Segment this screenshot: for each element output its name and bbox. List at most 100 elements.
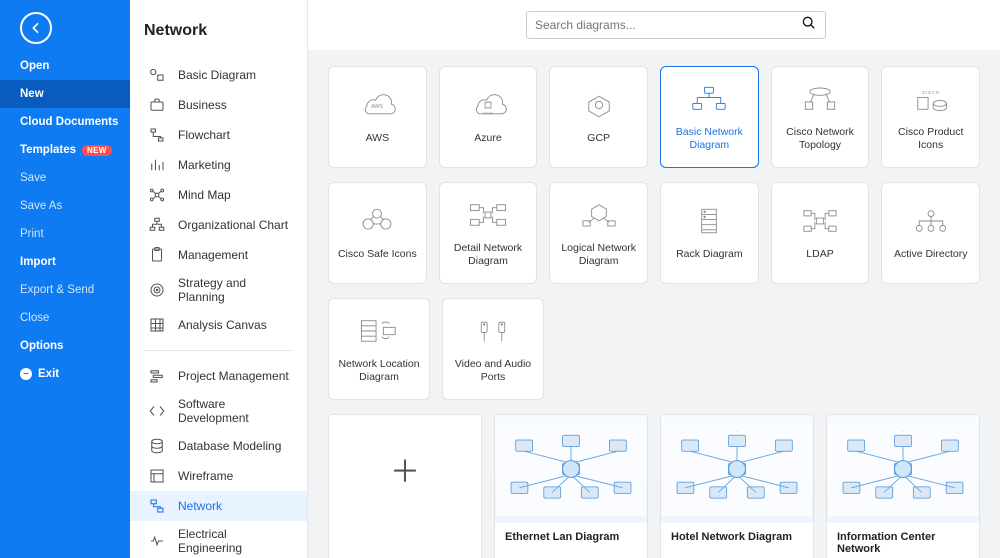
templates-row: ＋.Ethernet Lan Diagram.Hotel Network Dia… [328, 414, 980, 558]
template-blank[interactable]: ＋ [328, 414, 482, 558]
tile-cisco-network-topology[interactable]: Cisco Network Topology [771, 66, 870, 168]
ad-icon [909, 204, 953, 238]
category-item-basic-diagram[interactable]: Basic Diagram [130, 60, 307, 90]
azure-icon: Azure [466, 88, 510, 122]
tile-label: Detail Network Diagram [444, 242, 533, 268]
tile-cisco-safe-icons[interactable]: Cisco Safe Icons [328, 182, 427, 284]
sidebar-item-label: Save As [20, 200, 62, 212]
category-label: Software Development [178, 397, 293, 425]
sidebar-item-open[interactable]: Open [0, 52, 130, 80]
sidebar-item-label: Cloud Documents [20, 116, 118, 128]
sidebar-item-import[interactable]: Import [0, 248, 130, 276]
blank-thumb: ＋ [329, 415, 481, 523]
ee-icon [148, 532, 166, 550]
tile-network-location-diagram[interactable]: Network Location Diagram [328, 298, 430, 400]
grid-icon [148, 316, 166, 334]
sidebar-item-options[interactable]: Options [0, 332, 130, 360]
category-item-flowchart[interactable]: Flowchart [130, 120, 307, 150]
ciscoprod-icon: CISCO [909, 82, 953, 116]
sidebar-item-cloud-documents[interactable]: Cloud Documents [0, 108, 130, 136]
svg-text:.: . [902, 428, 903, 433]
back-button[interactable] [20, 12, 52, 44]
template-information-center-network[interactable]: .Information Center Network [826, 414, 980, 558]
tile-label: LDAP [806, 248, 833, 261]
category-label: Database Modeling [178, 439, 281, 453]
search-input[interactable] [535, 18, 801, 32]
gcp-icon [577, 88, 621, 122]
sidebar-item-print[interactable]: Print [0, 220, 130, 248]
category-item-marketing[interactable]: Marketing [130, 150, 307, 180]
category-label: Basic Diagram [178, 68, 256, 82]
template-hotel-network-diagram[interactable]: . Hotel Network Diagram [660, 414, 814, 558]
category-item-network[interactable]: Network [130, 491, 307, 521]
tile-label: GCP [587, 132, 610, 145]
svg-text:CISCO: CISCO [922, 90, 940, 95]
ciscotop-icon [798, 82, 842, 116]
sidebar-item-close[interactable]: Close [0, 304, 130, 332]
svg-text:.: . [736, 428, 737, 433]
sidebar-item-save[interactable]: Save [0, 164, 130, 192]
main-area: AWSAWS Azure Azure GCP Basic Network Diagram… [308, 0, 1000, 558]
template-label: Ethernet Lan Diagram [495, 523, 647, 553]
tile-gcp[interactable]: GCP [549, 66, 648, 168]
sidebar-item-label: New [20, 88, 44, 100]
tile-label: Cisco Product Icons [886, 126, 975, 152]
tile-detail-network-diagram[interactable]: Detail Network Diagram [439, 182, 538, 284]
tile-basic-network-diagram[interactable]: Basic Network Diagram [660, 66, 759, 168]
arrow-left-icon [28, 20, 44, 36]
tile-logical-network-diagram[interactable]: Logical Network Diagram [549, 182, 648, 284]
wire-icon [148, 467, 166, 485]
tile-label: Video and Audio Ports [447, 358, 539, 384]
sidebar-item-exit[interactable]: Exit [0, 360, 130, 388]
rack-icon [687, 204, 731, 238]
category-item-strategy-and-planning[interactable]: Strategy and Planning [130, 270, 307, 310]
sidebar-item-label: Options [20, 340, 63, 352]
category-item-management[interactable]: Management [130, 240, 307, 270]
search-box[interactable] [526, 11, 826, 39]
code-icon [148, 402, 166, 420]
category-item-electrical-engineering[interactable]: Electrical Engineering [130, 521, 307, 558]
sidebar-item-save-as[interactable]: Save As [0, 192, 130, 220]
mind-icon [148, 186, 166, 204]
search-icon [801, 15, 817, 36]
tile-label: Cisco Safe Icons [338, 248, 417, 261]
category-item-database-modeling[interactable]: Database Modeling [130, 431, 307, 461]
template-thumb: . [827, 415, 979, 523]
ports-icon [471, 314, 515, 348]
gantt-icon [148, 367, 166, 385]
net-icon [148, 497, 166, 515]
tile-ldap[interactable]: LDAP [771, 182, 870, 284]
category-item-software-development[interactable]: Software Development [130, 391, 307, 431]
category-label: Electrical Engineering [178, 527, 293, 555]
ldap-icon [798, 204, 842, 238]
category-item-wireframe[interactable]: Wireframe [130, 461, 307, 491]
tile-video-and-audio-ports[interactable]: Video and Audio Ports [442, 298, 544, 400]
category-item-mind-map[interactable]: Mind Map [130, 180, 307, 210]
clipboard-icon [148, 246, 166, 264]
category-item-organizational-chart[interactable]: Organizational Chart [130, 210, 307, 240]
category-item-business[interactable]: Business [130, 90, 307, 120]
sidebar-item-export-send[interactable]: Export & Send [0, 276, 130, 304]
sidebar-item-new[interactable]: New [0, 80, 130, 108]
tile-aws[interactable]: AWSAWS [328, 66, 427, 168]
tile-azure[interactable]: Azure Azure [439, 66, 538, 168]
tile-label: Azure [474, 132, 501, 145]
gallery: AWSAWS Azure Azure GCP Basic Network Diagram… [308, 50, 1000, 558]
category-item-project-management[interactable]: Project Management [130, 361, 307, 391]
new-badge: NEW [82, 145, 112, 156]
org-icon [148, 216, 166, 234]
category-item-analysis-canvas[interactable]: Analysis Canvas [130, 310, 307, 340]
template-ethernet-lan-diagram[interactable]: .Ethernet Lan Diagram [494, 414, 648, 558]
tile-cisco-product-icons[interactable]: CISCO Cisco Product Icons [881, 66, 980, 168]
category-label: Marketing [178, 158, 231, 172]
category-column: Basic Diagram BusinessFlowchart Marketing M… [130, 0, 308, 558]
tile-active-directory[interactable]: Active Directory [881, 182, 980, 284]
sidebar-item-templates[interactable]: Templates NEW [0, 136, 130, 164]
tile-rack-diagram[interactable]: Rack Diagram [660, 182, 759, 284]
sidebar-item-label: Exit [38, 368, 59, 380]
template-label: Hotel Network Diagram [661, 523, 813, 553]
tile-row: Cisco Safe Icons Detail Network Diagram Lo… [328, 182, 980, 284]
tile-label: AWS [366, 132, 390, 145]
sidebar-item-label: Export & Send [20, 284, 94, 296]
category-label: Project Management [178, 369, 289, 383]
